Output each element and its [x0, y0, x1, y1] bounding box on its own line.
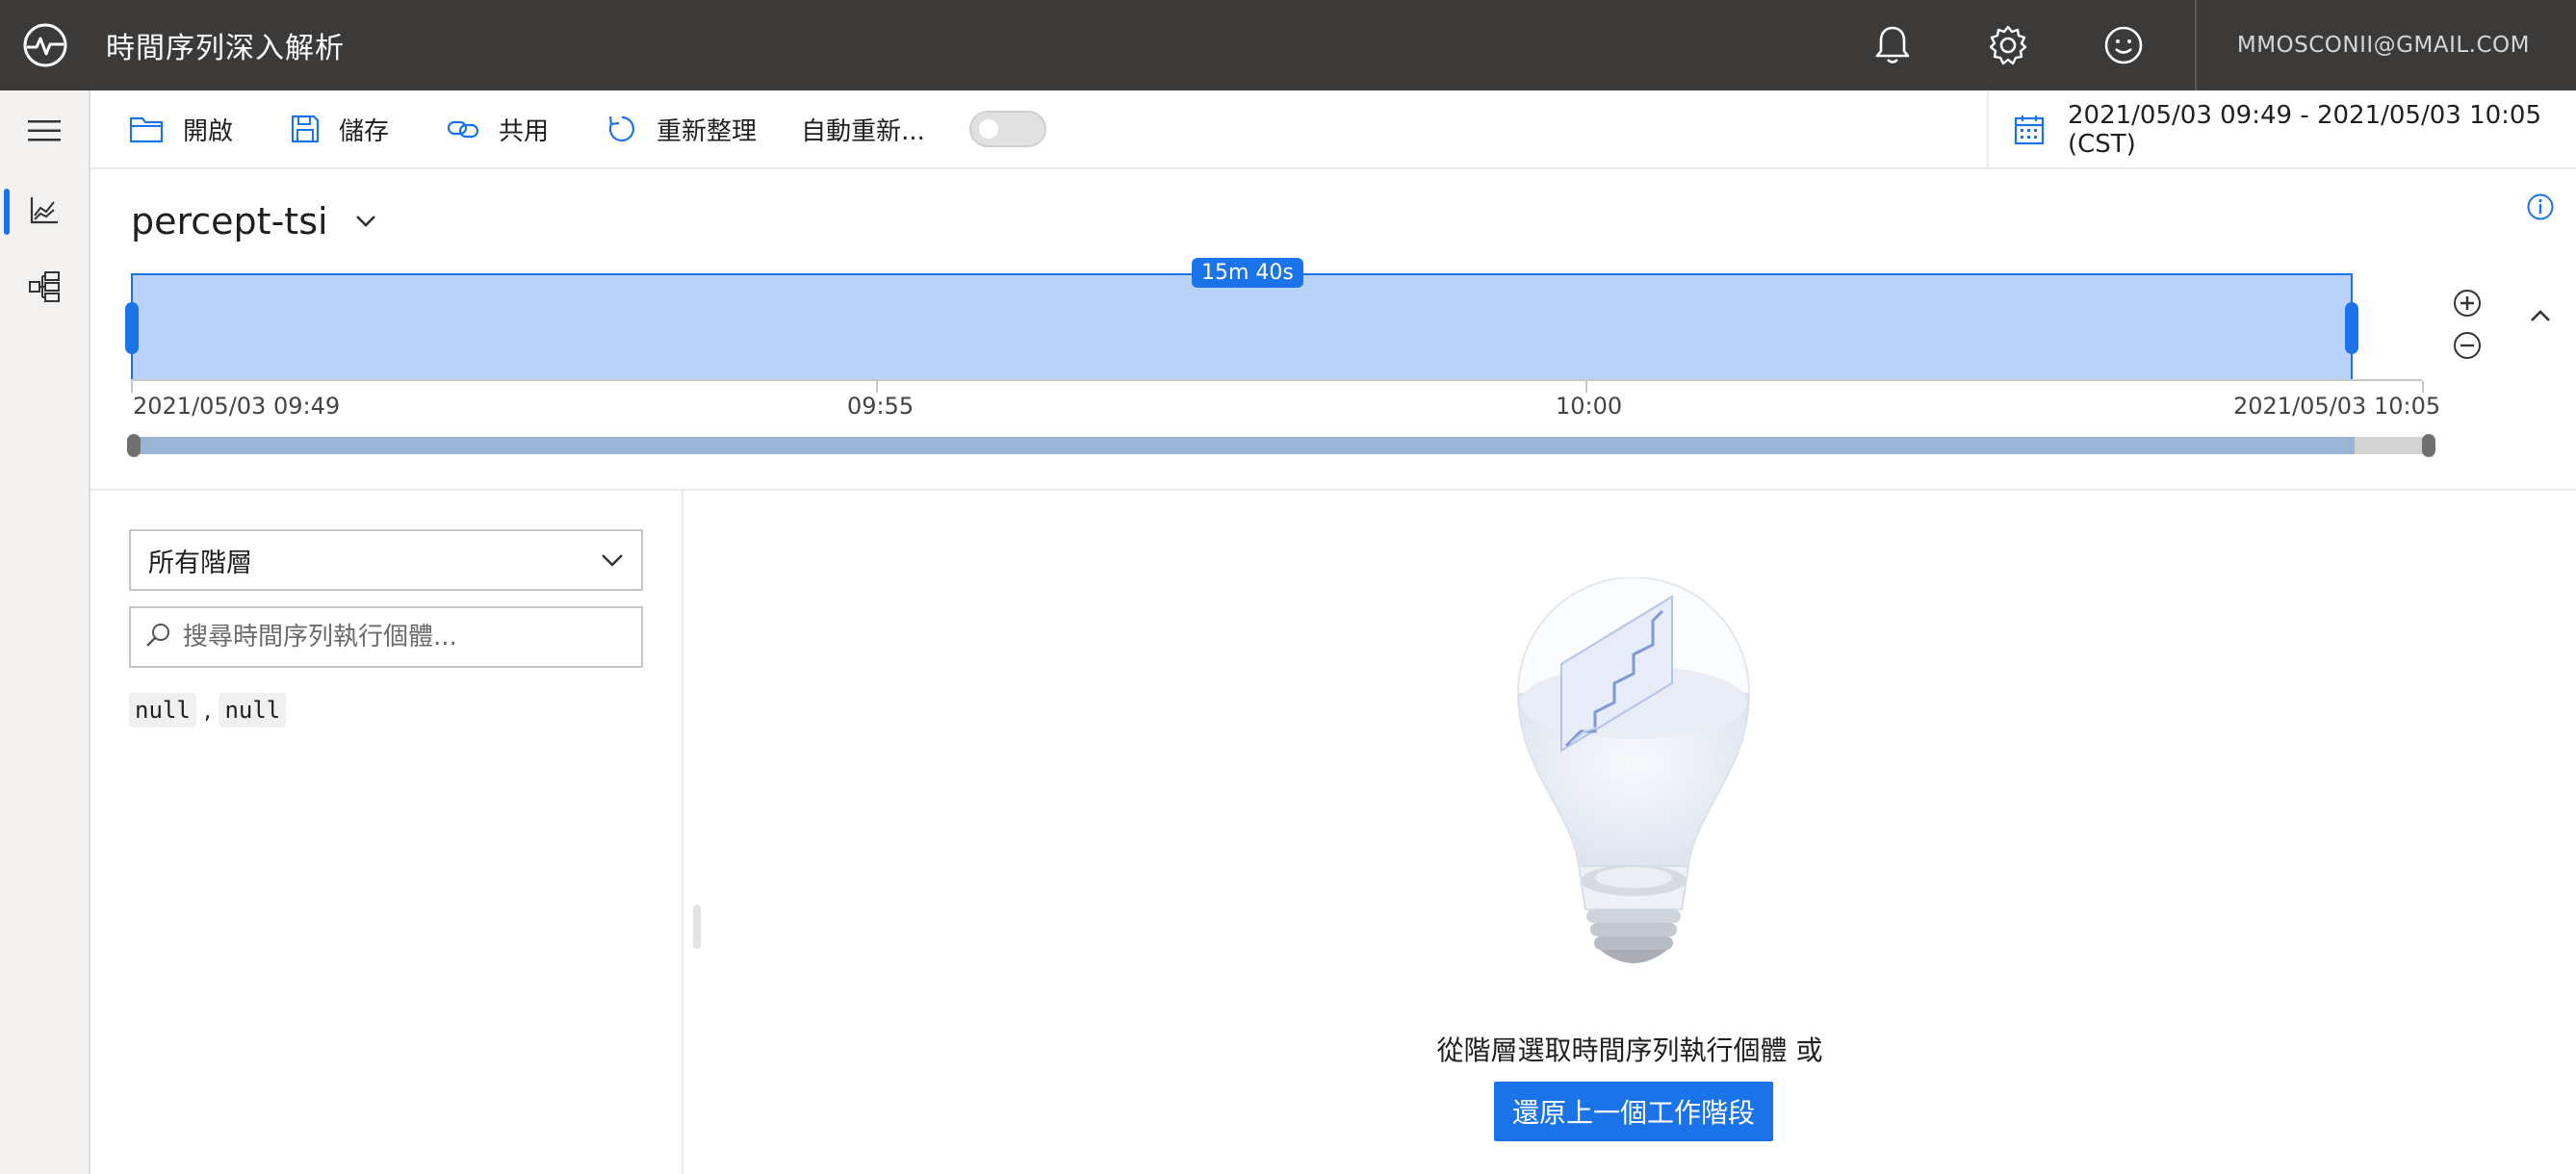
- axis-tick: [876, 381, 878, 393]
- chart-empty-state: 從階層選取時間序列執行個體 或 還原上一個工作階段: [683, 491, 2576, 1174]
- environment-timeline-panel: percept-tsi 15m 40s 2021/05/03 09:49 09:…: [90, 169, 2576, 491]
- analyze-chart-icon[interactable]: [0, 171, 89, 248]
- instance-id-separator: ,: [203, 697, 212, 724]
- zoom-in-icon[interactable]: [2451, 287, 2484, 319]
- search-icon: [144, 622, 171, 652]
- timeline-scrollbar[interactable]: [127, 434, 2435, 457]
- collapse-timeline-icon[interactable]: [2530, 308, 2551, 326]
- brush-duration-badge: 15m 40s: [1192, 258, 1303, 288]
- restore-session-button[interactable]: 還原上一個工作階段: [1494, 1082, 1773, 1141]
- axis-tick-label: 2021/05/03 09:49: [133, 393, 341, 420]
- app-title: 時間序列深入解析: [106, 32, 345, 65]
- axis-tick-label: 10:00: [1556, 393, 1623, 420]
- environment-selector[interactable]: percept-tsi: [131, 200, 376, 242]
- brush-right-handle[interactable]: [2345, 302, 2358, 354]
- environment-name: percept-tsi: [131, 200, 328, 242]
- notification-bell-icon[interactable]: [1835, 0, 1950, 90]
- hierarchy-selected-value: 所有階層: [148, 548, 252, 578]
- time-brush-selection[interactable]: [125, 273, 2358, 381]
- hierarchy-dropdown[interactable]: 所有階層: [129, 529, 643, 591]
- top-header-bar: 時間序列深入解析 MMOSCONII@GMAIL.COM: [0, 0, 2576, 90]
- share-link-icon: [447, 117, 479, 140]
- feedback-smiley-icon[interactable]: [2066, 0, 2181, 90]
- command-toolbar: 開啟 儲存 共用 重新整理 自動重新... 2021/05/03 09:49 -…: [90, 90, 2576, 169]
- scrollbar-range-fill: [131, 437, 2355, 454]
- timeline-axis: [131, 379, 2424, 395]
- left-navigation-rail: [0, 90, 90, 1174]
- auto-refresh-label: 自動重新...: [801, 116, 925, 146]
- save-disk-icon: [291, 115, 320, 143]
- chevron-down-icon: [355, 215, 376, 228]
- settings-gear-icon[interactable]: [1950, 0, 2066, 90]
- brush-left-handle[interactable]: [125, 302, 139, 354]
- refresh-label: 重新整理: [657, 116, 758, 146]
- share-label: 共用: [499, 116, 550, 146]
- save-label: 儲存: [339, 116, 390, 146]
- lightbulb-illustration-icon: [1504, 576, 1764, 985]
- chevron-down-icon: [601, 553, 624, 567]
- model-hierarchy-icon[interactable]: [0, 248, 89, 325]
- user-account-email[interactable]: MMOSCONII@GMAIL.COM: [2197, 33, 2576, 58]
- hierarchy-panel: 所有階層 null , null: [90, 491, 683, 1174]
- refresh-icon: [606, 114, 637, 144]
- share-button[interactable]: 共用: [408, 89, 568, 168]
- app-logo-icon[interactable]: [0, 0, 90, 90]
- save-button[interactable]: 儲存: [252, 89, 408, 168]
- empty-state-message: 從階層選取時間序列執行個體 或: [1436, 1034, 1823, 1066]
- open-button[interactable]: 開啟: [90, 89, 252, 168]
- axis-tick: [131, 381, 133, 393]
- time-range-text: 2021/05/03 09:49 - 2021/05/03 10:05 (CST…: [2068, 101, 2542, 159]
- calendar-icon: [2014, 115, 2045, 145]
- axis-tick: [1585, 381, 1587, 393]
- zoom-out-icon[interactable]: [2451, 329, 2484, 362]
- instance-list-item: null , null: [129, 693, 287, 727]
- instance-search-box: [129, 606, 643, 668]
- instance-id-chip[interactable]: null: [129, 693, 196, 727]
- axis-tick-label: 09:55: [847, 393, 914, 420]
- open-label: 開啟: [183, 116, 234, 146]
- hamburger-menu-icon[interactable]: [0, 90, 89, 171]
- scrollbar-left-knob[interactable]: [127, 434, 141, 457]
- axis-tick: [2422, 381, 2424, 393]
- auto-refresh-toggle[interactable]: [968, 111, 1046, 147]
- axis-tick-label: 2021/05/03 10:05: [2233, 393, 2441, 420]
- refresh-button[interactable]: 重新整理: [568, 89, 776, 168]
- time-range-picker[interactable]: 2021/05/03 09:49 - 2021/05/03 10:05 (CST…: [1987, 90, 2576, 169]
- info-icon[interactable]: [2526, 192, 2555, 225]
- folder-open-icon: [129, 115, 164, 143]
- instance-id-chip[interactable]: null: [219, 693, 287, 727]
- scrollbar-right-knob[interactable]: [2422, 434, 2435, 457]
- instance-search-input[interactable]: [183, 623, 626, 651]
